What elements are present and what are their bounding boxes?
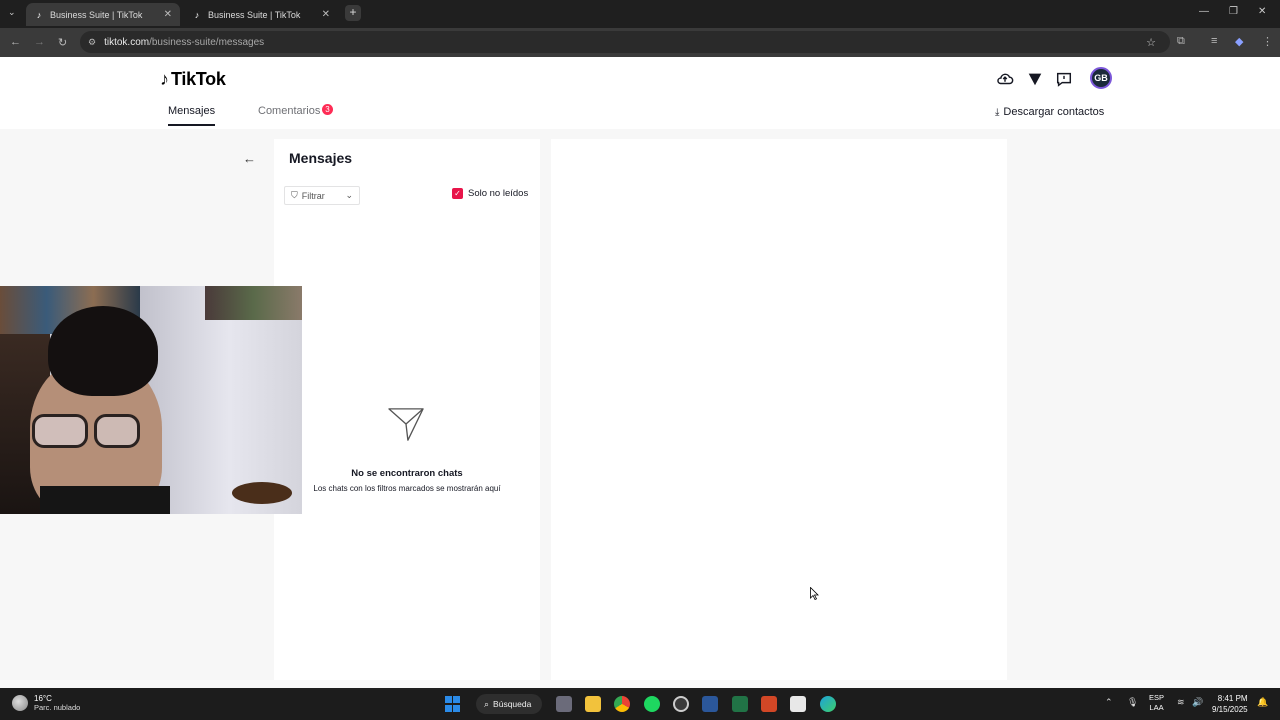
file-explorer-icon[interactable] (585, 696, 601, 712)
browser-tab-1[interactable]: ♪ Business Suite | TikTok ✕ (26, 3, 180, 26)
powerpoint-icon[interactable] (761, 696, 777, 712)
webcam-hair (48, 306, 158, 396)
word-icon[interactable] (702, 696, 718, 712)
webcam-stool (232, 482, 292, 504)
weather-desc: Parc. nublado (34, 703, 81, 712)
page-header: ♪ TikTok Mensajes Comentarios 3 GB ⤓ Des… (0, 57, 1280, 129)
language-layout: LAA (1149, 703, 1164, 712)
tiktok-favicon-icon: ♪ (194, 9, 200, 20)
reload-icon[interactable]: ↻ (58, 36, 67, 49)
mouse-cursor-icon (810, 587, 819, 600)
back-arrow-icon[interactable]: ← (10, 36, 21, 48)
webcam-shirt (40, 486, 170, 514)
clock-date: 9/15/2025 (1212, 705, 1248, 714)
tiktok-note-icon: ♪ (160, 69, 169, 89)
search-icon: ⌕ (484, 698, 490, 709)
window-close-icon[interactable]: ✕ (1258, 6, 1266, 17)
messages-list-panel: Mensajes ⛉ Filtrar ⌄ ✓ Solo no leídos No… (274, 139, 540, 680)
empty-state-subtitle: Los chats con los filtros marcados se mo… (313, 484, 501, 493)
download-icon: ⤓ (995, 106, 1000, 118)
download-contacts-button[interactable]: ⤓ Descargar contactos (995, 106, 1104, 118)
cloud-upload-icon[interactable] (996, 70, 1014, 88)
chrome-icon[interactable] (614, 696, 630, 712)
chevron-down-icon: ⌄ (345, 190, 353, 200)
clock-time: 8:41 PM (1217, 694, 1248, 703)
messages-title: Mensajes (289, 150, 353, 166)
tab-comentarios[interactable]: Comentarios (258, 105, 320, 117)
menu-dots-icon[interactable]: ⋮ (1262, 35, 1273, 48)
webcam-posters-right (205, 286, 302, 320)
reading-list-icon[interactable]: ≡ (1211, 35, 1217, 47)
browser-address-bar: ← → ↻ ⚙ tiktok.com/business-suite/messag… (0, 28, 1280, 57)
tray-chevron-up-icon[interactable]: ⌃ (1105, 697, 1113, 708)
webcam-overlay (0, 286, 302, 514)
system-clock[interactable]: 8:41 PM 9/15/2025 (1212, 693, 1248, 715)
tiktok-logo[interactable]: ♪ TikTok (160, 69, 226, 90)
browser-tab-title: Business Suite | TikTok (208, 9, 301, 20)
webcam-glasses-left (32, 414, 88, 448)
close-icon[interactable]: ✕ (164, 9, 172, 20)
site-info-icon[interactable]: ⚙ (88, 37, 96, 48)
forward-arrow-icon[interactable]: → (34, 36, 45, 48)
obs-icon[interactable] (673, 696, 689, 712)
weather-widget[interactable]: 16°C Parc. nublado (12, 694, 80, 712)
new-tab-plus-icon[interactable]: + (345, 5, 361, 21)
download-contacts-label: Descargar contactos (1003, 106, 1105, 118)
spotify-icon[interactable] (644, 696, 660, 712)
task-view-icon[interactable] (556, 696, 572, 712)
bookmark-star-icon[interactable]: ☆ (1146, 36, 1156, 49)
url-field[interactable]: ⚙ tiktok.com/business-suite/messages ☆ (80, 31, 1170, 53)
windows-taskbar: 16°C Parc. nublado ⌕ Búsqueda ⌃ 🎙 ESP LA… (0, 688, 1280, 720)
avatar[interactable]: GB (1090, 67, 1112, 89)
back-arrow-icon[interactable]: ← (243, 151, 256, 166)
browser-tab-2[interactable]: ♪ Business Suite | TikTok ✕ (184, 3, 338, 26)
url-host: tiktok.com (104, 36, 150, 48)
weather-temp: 16°C (34, 694, 52, 703)
notification-bell-icon[interactable]: 🔔 (1257, 697, 1268, 708)
checkbox-checked-icon[interactable]: ✓ (452, 188, 463, 199)
filter-funnel-icon: ⛉ (291, 190, 298, 200)
minimize-icon[interactable]: — (1199, 6, 1209, 17)
windows-start-icon[interactable] (445, 696, 461, 712)
conversation-panel (551, 139, 1007, 680)
comments-count-badge: 3 (322, 104, 333, 115)
volume-icon[interactable]: 🔊 (1192, 697, 1203, 708)
empty-state-title: No se encontraron chats (351, 468, 463, 479)
profile-icon[interactable]: ◆ (1235, 35, 1243, 48)
browser-tab-title: Business Suite | TikTok (50, 9, 143, 20)
unread-only-checkbox[interactable]: ✓ Solo no leídos (452, 188, 528, 199)
language-code: ESP (1149, 693, 1165, 702)
tab-search-chevron-icon[interactable]: ⌄ (8, 7, 16, 18)
taskbar-search[interactable]: ⌕ Búsqueda (476, 694, 542, 714)
edge-icon[interactable] (820, 696, 836, 712)
url-path: /business-suite/messages (149, 36, 265, 48)
cloud-icon (12, 695, 28, 711)
extensions-icon[interactable]: ⧉ (1177, 35, 1185, 48)
tiktok-favicon-icon: ♪ (36, 9, 42, 20)
message-icon[interactable] (1055, 70, 1073, 88)
browser-tab-bar: ⌄ ♪ Business Suite | TikTok ✕ ♪ Business… (0, 0, 1280, 28)
microphone-icon[interactable]: 🎙 (1127, 697, 1138, 708)
unread-only-label: Solo no leídos (468, 188, 529, 199)
search-label: Búsqueda (493, 699, 532, 709)
wifi-icon[interactable]: ≋ (1177, 697, 1185, 708)
send-icon[interactable] (1026, 70, 1044, 88)
restore-icon[interactable]: ❐ (1229, 6, 1238, 17)
paper-plane-icon (388, 408, 424, 441)
store-icon[interactable] (790, 696, 806, 712)
filter-dropdown[interactable]: ⛉ Filtrar ⌄ (284, 186, 360, 205)
tab-mensajes[interactable]: Mensajes (168, 105, 216, 126)
close-icon[interactable]: ✕ (322, 9, 330, 20)
excel-icon[interactable] (732, 696, 748, 712)
webcam-glasses-right (94, 414, 140, 448)
language-indicator[interactable]: ESP LAA (1149, 693, 1164, 713)
tiktok-logo-text: TikTok (171, 69, 226, 89)
filter-label: Filtrar (301, 190, 325, 201)
